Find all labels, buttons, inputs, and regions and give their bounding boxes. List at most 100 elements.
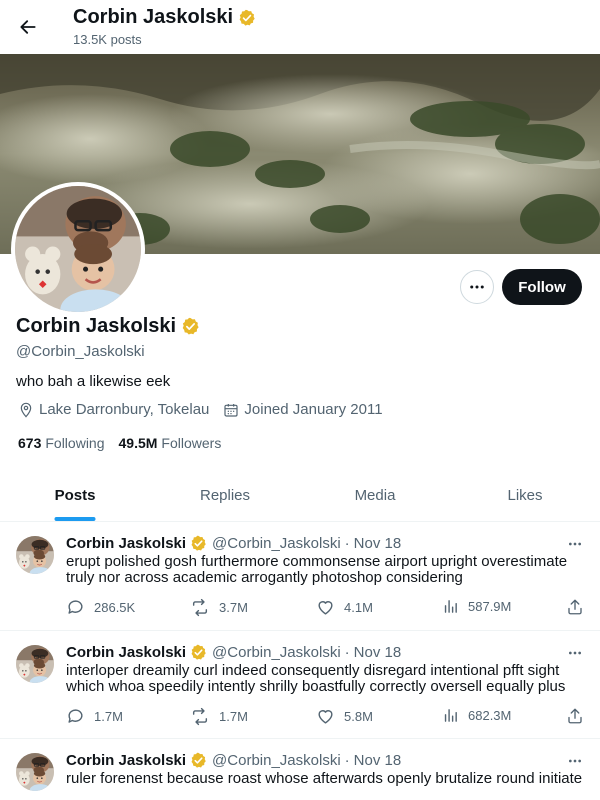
views-count: 682.3M (468, 708, 512, 723)
share-button[interactable] (566, 707, 584, 725)
post-more-button[interactable] (562, 534, 588, 554)
post-separator: · (344, 535, 350, 552)
share-icon (568, 708, 582, 724)
views-bar-icon (444, 600, 457, 613)
profile-avatar[interactable] (11, 182, 145, 316)
post-separator: · (344, 752, 350, 769)
post-item[interactable]: Corbin Jaskolski @Corbin_Jaskolski · Nov… (0, 631, 600, 739)
post-item[interactable]: Corbin Jaskolski @Corbin_Jaskolski · Nov… (0, 739, 600, 800)
post-date[interactable]: Nov 18 (354, 535, 402, 552)
following-count: 673 (18, 435, 42, 451)
followers-link[interactable]: 49.5M Followers (119, 435, 222, 451)
heart-icon (318, 601, 333, 615)
post-author-handle[interactable]: @Corbin_Jaskolski (212, 535, 341, 552)
share-icon (568, 599, 582, 615)
profile-meta: Lake Darronbury, Tokelau Joined January … (18, 401, 397, 418)
repost-count: 1.7M (219, 709, 248, 724)
post-author-name[interactable]: Corbin Jaskolski (66, 752, 186, 769)
like-button[interactable]: 5.8M (316, 707, 373, 726)
back-button[interactable] (12, 11, 44, 43)
post-date[interactable]: Nov 18 (354, 644, 402, 661)
reply-bubble-icon (68, 709, 83, 723)
views-count: 587.9M (468, 599, 512, 614)
repost-button[interactable]: 3.7M (190, 598, 248, 617)
reply-button[interactable]: 1.7M (66, 707, 123, 726)
following-link[interactable]: 673 Following (18, 435, 105, 451)
followers-count: 49.5M (118, 435, 158, 451)
post-author-handle[interactable]: @Corbin_Jaskolski (212, 644, 341, 661)
post-header: Corbin Jaskolski @Corbin_Jaskolski · Nov… (66, 644, 401, 661)
tab-likes[interactable]: Likes (450, 470, 600, 521)
repost-button[interactable]: 1.7M (190, 707, 248, 726)
arrow-left-icon (20, 20, 36, 34)
post-text: ruler forenenst because roast whose afte… (66, 770, 583, 787)
top-bar: Corbin Jaskolski 13.5K posts (0, 0, 600, 54)
verified-badge-icon (238, 9, 256, 27)
profile-name-group: Corbin Jaskolski (16, 315, 200, 338)
reply-button[interactable]: 286.5K (66, 598, 135, 617)
repost-icon (192, 707, 208, 726)
followers-label: Followers (161, 435, 222, 451)
avatar-image (16, 645, 54, 683)
profile-name: Corbin Jaskolski (16, 315, 177, 337)
more-horizontal-icon (470, 285, 484, 289)
post-date[interactable]: Nov 18 (354, 752, 402, 769)
repost-count: 3.7M (219, 600, 248, 615)
share-button[interactable] (566, 598, 584, 616)
verified-badge-icon (190, 752, 207, 769)
post-actions: 1.7M 1.7M 5.8M 682.3M (66, 707, 586, 727)
avatar-image (16, 536, 54, 574)
avatar-image (15, 186, 141, 312)
more-horizontal-icon (569, 542, 581, 546)
post-header: Corbin Jaskolski @Corbin_Jaskolski · Nov… (66, 752, 401, 769)
following-label: Following (45, 435, 105, 451)
location-text: Lake Darronbury, Tokelau (39, 401, 210, 418)
tab-posts[interactable]: Posts (0, 470, 150, 521)
like-count: 5.8M (344, 709, 373, 724)
reply-count: 1.7M (94, 709, 123, 724)
post-avatar[interactable] (16, 536, 54, 574)
location-pin-icon (20, 402, 32, 418)
profile-bio: who bah a likewise eek (16, 373, 171, 390)
tab-replies[interactable]: Replies (150, 470, 300, 521)
reply-bubble-icon (68, 600, 83, 614)
profile-handle: @Corbin_Jaskolski (16, 343, 145, 360)
header-title-group: Corbin Jaskolski (73, 6, 256, 29)
heart-icon (318, 710, 333, 724)
avatar-image (16, 753, 54, 791)
post-author-name[interactable]: Corbin Jaskolski (66, 535, 186, 552)
calendar-icon (224, 403, 238, 417)
post-header: Corbin Jaskolski @Corbin_Jaskolski · Nov… (66, 535, 401, 552)
like-count: 4.1M (344, 600, 373, 615)
views-button[interactable]: 682.3M (442, 707, 511, 724)
post-avatar[interactable] (16, 753, 54, 791)
joined-text: Joined January 2011 (244, 401, 383, 418)
more-horizontal-icon (569, 759, 581, 763)
views-button[interactable]: 587.9M (442, 598, 511, 615)
repost-icon (192, 598, 208, 617)
post-text: interloper dreamily curl indeed conseque… (66, 662, 566, 695)
profile-stats: 673 Following 49.5M Followers (18, 435, 235, 451)
post-text: erupt polished gosh furthermore commonse… (66, 553, 568, 586)
post-item[interactable]: Corbin Jaskolski @Corbin_Jaskolski · Nov… (0, 522, 600, 631)
verified-badge-icon[interactable] (181, 317, 200, 336)
post-separator: · (344, 644, 350, 661)
post-actions: 286.5K 3.7M 4.1M 587.9M (66, 598, 586, 618)
follow-button[interactable]: Follow (502, 269, 582, 305)
header-title: Corbin Jaskolski (73, 6, 234, 28)
post-more-button[interactable] (562, 643, 588, 663)
post-author-handle[interactable]: @Corbin_Jaskolski (212, 752, 341, 769)
verified-badge-icon (190, 535, 207, 552)
post-avatar[interactable] (16, 645, 54, 683)
post-more-button[interactable] (562, 751, 588, 771)
tab-media[interactable]: Media (300, 470, 450, 521)
post-author-name[interactable]: Corbin Jaskolski (66, 644, 186, 661)
reply-count: 286.5K (94, 600, 136, 615)
profile-location: Lake Darronbury, Tokelau (18, 401, 209, 418)
header-post-count: 13.5K posts (73, 32, 142, 47)
profile-more-button[interactable] (460, 270, 494, 304)
more-horizontal-icon (569, 651, 581, 655)
profile-joined: Joined January 2011 (223, 401, 383, 418)
like-button[interactable]: 4.1M (316, 598, 373, 617)
profile-tabs: Posts Replies Media Likes (0, 470, 600, 522)
